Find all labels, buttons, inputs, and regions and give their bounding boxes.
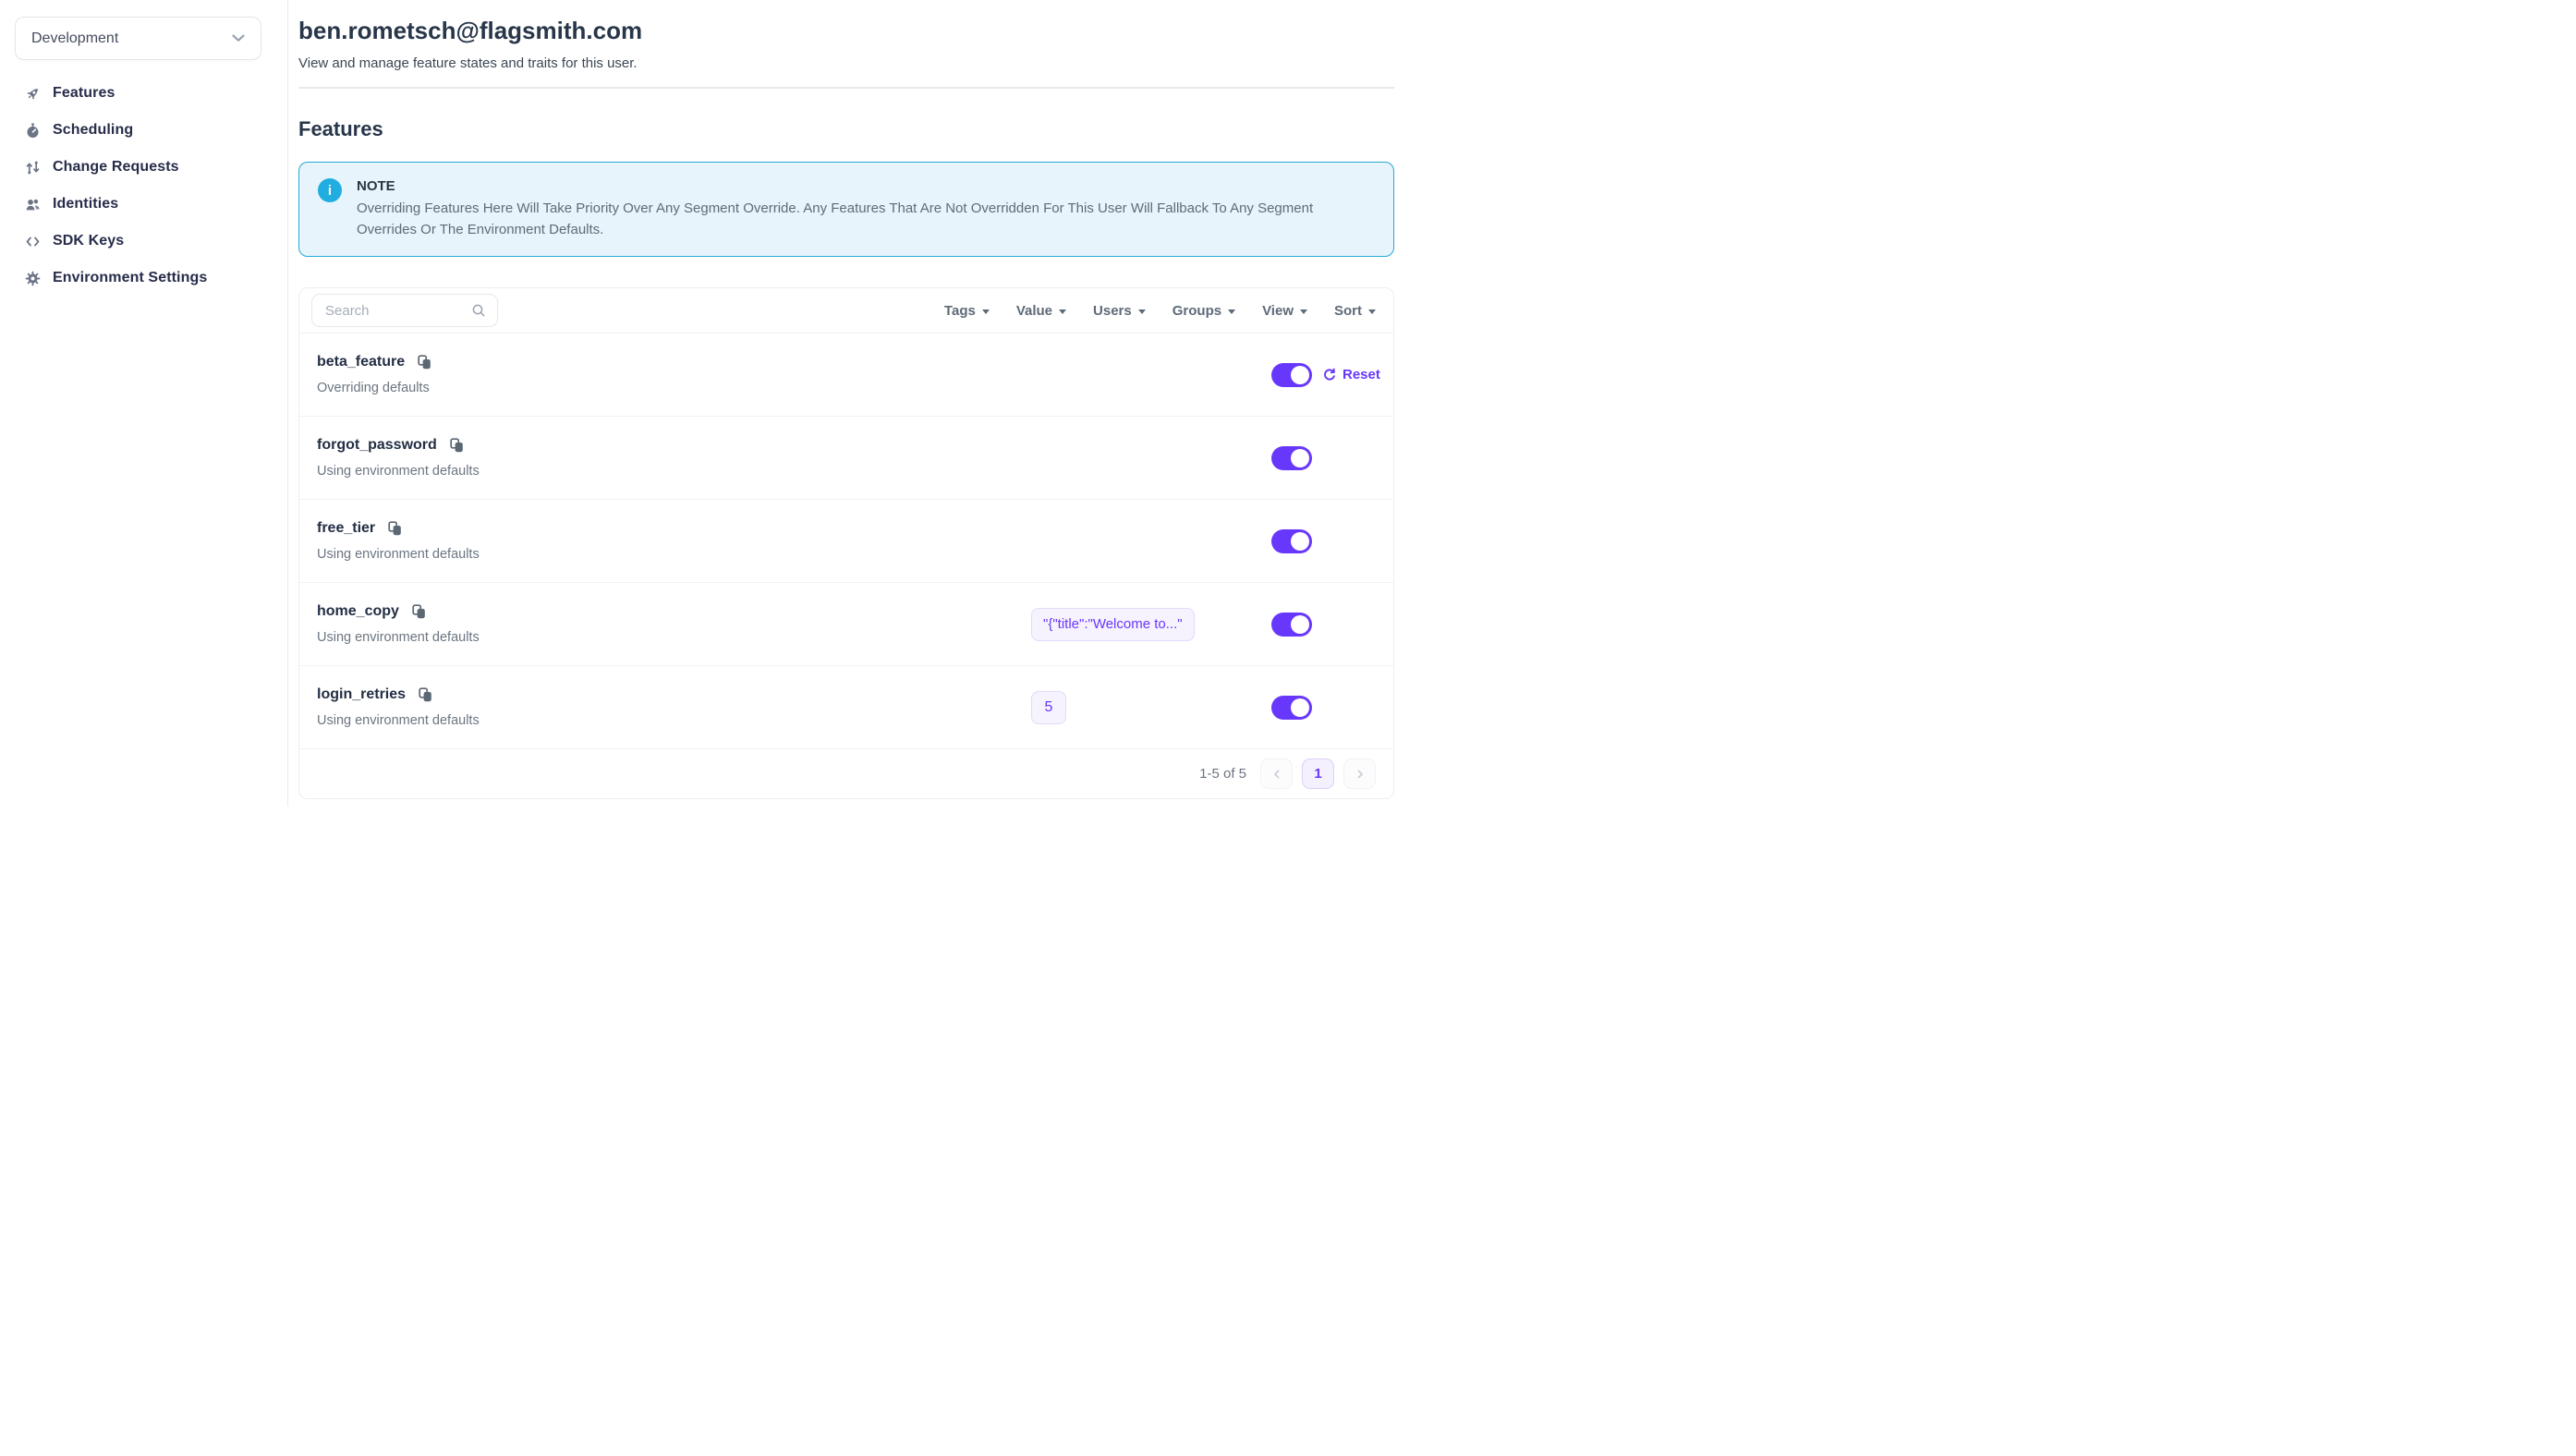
search-box[interactable] <box>311 294 498 327</box>
note-label: NOTE <box>357 178 1359 194</box>
caret-down-icon <box>982 309 990 314</box>
page-title: ben.rometsch@flagsmith.com <box>298 15 1394 46</box>
copy-icon[interactable] <box>412 604 426 619</box>
feature-status: Using environment defaults <box>317 464 480 479</box>
gear-icon <box>25 271 41 286</box>
sidebar-item-label: SDK Keys <box>53 233 124 249</box>
feature-row: forgot_password Using environment defaul… <box>299 417 1393 500</box>
search-icon <box>471 303 486 318</box>
sidebar-item-label: Scheduling <box>53 122 133 139</box>
feature-value-chip[interactable]: 5 <box>1031 691 1066 724</box>
change-requests-icon <box>25 160 41 176</box>
filter-groups[interactable]: Groups <box>1173 303 1235 319</box>
page-subtitle: View and manage feature states and trait… <box>298 55 1394 73</box>
sidebar-item-environment-settings[interactable]: Environment Settings <box>0 260 287 297</box>
feature-name: forgot_password <box>317 437 437 454</box>
sidebar-item-sdk-keys[interactable]: SDK Keys <box>0 223 287 260</box>
feature-status: Using environment defaults <box>317 713 480 728</box>
caret-down-icon <box>1368 309 1376 314</box>
current-page-button[interactable]: 1 <box>1302 758 1334 789</box>
feature-toggle[interactable] <box>1271 696 1312 720</box>
feature-name: home_copy <box>317 603 399 620</box>
sidebar-item-identities[interactable]: Identities <box>0 186 287 223</box>
stopwatch-icon <box>25 123 41 139</box>
features-heading: Features <box>298 115 1394 143</box>
feature-toggle[interactable] <box>1271 363 1312 387</box>
main-content: ben.rometsch@flagsmith.com View and mana… <box>298 0 1394 799</box>
filter-tags[interactable]: Tags <box>944 303 990 319</box>
feature-row: login_retries Using environment defaults… <box>299 666 1393 749</box>
feature-value-chip[interactable]: "{"title":"Welcome to..." <box>1031 608 1195 641</box>
caret-down-icon <box>1228 309 1235 314</box>
feature-status: Using environment defaults <box>317 630 480 645</box>
environment-selector[interactable]: Development <box>15 17 261 60</box>
reset-icon <box>1322 368 1337 382</box>
sidebar-item-scheduling[interactable]: Scheduling <box>0 112 287 149</box>
feature-name: login_retries <box>317 686 406 703</box>
search-input[interactable] <box>325 303 471 319</box>
feature-toggle[interactable] <box>1271 446 1312 470</box>
copy-icon[interactable] <box>419 687 432 702</box>
sidebar: Development Features Scheduling Change R… <box>0 0 288 807</box>
sidebar-item-label: Features <box>53 85 115 102</box>
note-body: Overriding Features Here Will Take Prior… <box>357 199 1359 240</box>
sidebar-item-label: Change Requests <box>53 159 179 176</box>
sidebar-item-label: Identities <box>53 196 118 212</box>
rocket-icon <box>25 86 41 102</box>
pagination-summary: 1-5 of 5 <box>1199 766 1246 782</box>
header-divider <box>298 87 1394 89</box>
feature-name: free_tier <box>317 520 375 537</box>
panel-header: Tags Value Users Groups View Sort <box>299 288 1393 334</box>
feature-name: beta_feature <box>317 354 405 370</box>
copy-icon[interactable] <box>418 355 431 370</box>
note-banner: i NOTE Overriding Features Here Will Tak… <box>298 162 1394 257</box>
code-icon <box>25 234 41 249</box>
feature-row: free_tier Using environment defaults <box>299 500 1393 583</box>
filter-view[interactable]: View <box>1262 303 1307 319</box>
sidebar-item-label: Environment Settings <box>53 270 207 286</box>
chevron-right-icon <box>1354 768 1367 781</box>
filter-bar: Tags Value Users Groups View Sort <box>944 303 1376 319</box>
feature-row: beta_feature Overriding defaults Reset <box>299 334 1393 417</box>
caret-down-icon <box>1138 309 1146 314</box>
user-detail-page: Development Features Scheduling Change R… <box>0 0 1427 807</box>
feature-row: home_copy Using environment defaults "{"… <box>299 583 1393 666</box>
note-content: NOTE Overriding Features Here Will Take … <box>357 176 1359 240</box>
filter-sort[interactable]: Sort <box>1334 303 1376 319</box>
chevron-down-icon <box>232 34 245 42</box>
pagination: 1-5 of 5 1 <box>299 749 1393 798</box>
feature-toggle[interactable] <box>1271 613 1312 637</box>
reset-button[interactable]: Reset <box>1322 367 1380 382</box>
prev-page-button[interactable] <box>1260 758 1293 789</box>
copy-icon[interactable] <box>450 438 464 453</box>
filter-value[interactable]: Value <box>1016 303 1066 319</box>
caret-down-icon <box>1059 309 1066 314</box>
environment-selector-value: Development <box>31 30 118 47</box>
features-panel: Tags Value Users Groups View Sort beta_f… <box>298 287 1394 799</box>
feature-rows: beta_feature Overriding defaults Reset <box>299 334 1393 749</box>
info-icon: i <box>318 178 342 202</box>
feature-status: Using environment defaults <box>317 547 480 562</box>
caret-down-icon <box>1300 309 1307 314</box>
feature-status: Overriding defaults <box>317 381 431 395</box>
chevron-left-icon <box>1270 768 1283 781</box>
sidebar-item-change-requests[interactable]: Change Requests <box>0 149 287 186</box>
next-page-button[interactable] <box>1343 758 1376 789</box>
sidebar-item-features[interactable]: Features <box>0 75 287 112</box>
feature-toggle[interactable] <box>1271 529 1312 553</box>
sidebar-nav: Features Scheduling Change Requests Iden… <box>0 75 287 297</box>
identities-icon <box>25 197 41 212</box>
filter-users[interactable]: Users <box>1093 303 1146 319</box>
copy-icon[interactable] <box>388 521 402 536</box>
